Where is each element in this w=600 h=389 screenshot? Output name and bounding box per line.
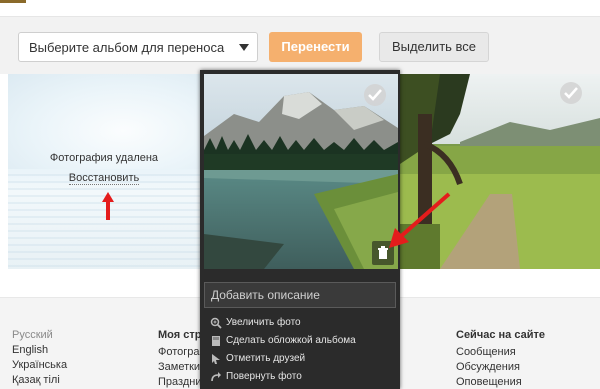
language-link[interactable]: English	[12, 343, 67, 358]
chevron-down-icon	[239, 44, 249, 51]
description-input[interactable]	[204, 282, 396, 308]
menu-item-label: Отметить друзей	[226, 353, 306, 364]
album-cover-icon	[212, 336, 220, 346]
red-arrow-up-icon	[102, 192, 114, 220]
top-strip	[0, 0, 600, 16]
red-arrow-annotation-icon	[389, 192, 451, 248]
zoom-icon	[210, 317, 222, 329]
menu-item-album-cover[interactable]: Сделать обложкой альбома	[210, 332, 356, 350]
menu-item-zoom[interactable]: Увеличить фото	[210, 314, 356, 332]
photo-actions-menu: Увеличить фото Сделать обложкой альбома …	[210, 314, 356, 386]
album-select[interactable]: Выберите альбом для переноса	[18, 32, 258, 62]
language-link[interactable]: Русский	[12, 328, 67, 343]
photo-deleted-label: Фотография удалена	[49, 152, 159, 164]
footer-link[interactable]: Обсуждения	[456, 360, 545, 375]
photo-toolbar: Выберите альбом для переноса Перенести В…	[0, 16, 600, 74]
move-button[interactable]: Перенести	[269, 32, 362, 62]
footer-now-on-site-column: Сейчас на сайте Сообщения Обсуждения Опо…	[456, 328, 545, 389]
deleted-photo-tile: Фотография удалена Восстановить	[8, 74, 200, 269]
footer-link[interactable]: Оповещения	[456, 375, 545, 389]
footer-link[interactable]: Сообщения	[456, 345, 545, 360]
restore-link[interactable]: Восстановить	[8, 172, 200, 185]
faded-water	[8, 174, 200, 269]
select-check-icon[interactable]	[364, 84, 386, 106]
previous-row-thumbnail	[0, 0, 26, 3]
language-list: Русский English Українська Қазақ тілі	[12, 328, 67, 388]
menu-item-label: Увеличить фото	[226, 317, 301, 328]
language-link[interactable]: Қазақ тілі	[12, 373, 67, 388]
restore-link-label[interactable]: Восстановить	[68, 172, 140, 185]
select-all-button[interactable]: Выделить все	[379, 32, 489, 62]
select-check-icon[interactable]	[560, 82, 582, 104]
album-select-value: Выберите альбом для переноса	[29, 40, 225, 55]
footer-column-heading: Сейчас на сайте	[456, 329, 545, 341]
menu-item-label: Сделать обложкой альбома	[226, 335, 356, 346]
cursor-icon	[212, 354, 220, 364]
language-link[interactable]: Українська	[12, 358, 67, 373]
menu-item-label: Повернуть фото	[226, 371, 302, 382]
lake-mountain-photo[interactable]	[204, 74, 398, 269]
rotate-icon	[211, 372, 221, 382]
photo-actions-panel: Увеличить фото Сделать обложкой альбома …	[200, 70, 400, 389]
menu-item-tag-friends[interactable]: Отметить друзей	[210, 350, 356, 368]
menu-item-rotate[interactable]: Повернуть фото	[210, 368, 356, 386]
